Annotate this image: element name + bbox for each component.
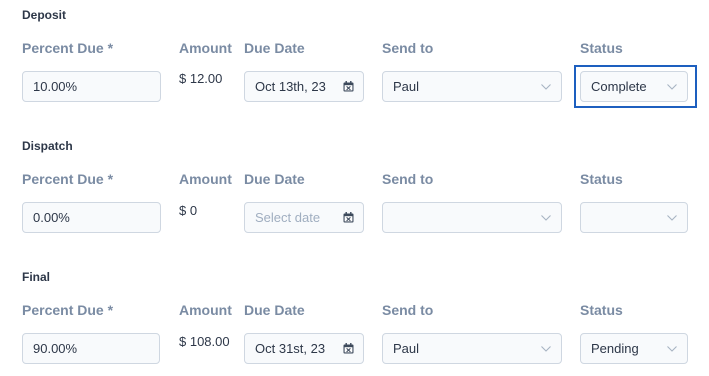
amount-value: $ 108.00 [179, 334, 230, 349]
send-to-label: Send to [382, 40, 434, 56]
chevron-down-icon [667, 345, 677, 352]
due-date-picker[interactable]: Select date [244, 202, 364, 233]
chevron-down-icon [541, 345, 551, 352]
status-label: Status [580, 171, 623, 187]
percent-due-label: Percent Due * [22, 171, 114, 187]
send-to-label: Send to [382, 171, 434, 187]
section-title: Dispatch [22, 139, 73, 153]
status-select[interactable]: Pending [580, 333, 688, 364]
percent-due-label: Percent Due * [22, 40, 114, 56]
send-to-value: Paul [393, 79, 420, 94]
calendar-icon[interactable] [343, 343, 354, 354]
section-title: Deposit [22, 8, 67, 22]
send-to-select[interactable]: Paul [382, 71, 562, 102]
status-label: Status [580, 40, 623, 56]
due-date-label: Due Date [244, 302, 305, 318]
due-date-label: Due Date [244, 40, 305, 56]
amount-label: Amount [179, 171, 232, 187]
percent-due-input[interactable]: 0.00% [22, 202, 161, 233]
chevron-down-icon [667, 214, 677, 221]
percent-due-label: Percent Due * [22, 302, 114, 318]
status-value: Pending [591, 341, 639, 356]
send-to-select[interactable] [382, 202, 562, 233]
amount-label: Amount [179, 40, 232, 56]
status-value: Complete [591, 79, 647, 94]
send-to-value: Paul [393, 341, 420, 356]
percent-due-value: 10.00% [33, 79, 78, 94]
section-title: Final [22, 270, 51, 284]
due-date-placeholder: Select date [255, 210, 321, 225]
due-date-label: Due Date [244, 171, 305, 187]
percent-due-input[interactable]: 90.00% [22, 333, 160, 364]
send-to-label: Send to [382, 302, 434, 318]
due-date-picker[interactable]: Oct 13th, 23 [244, 71, 364, 102]
amount-value: $ 0 [179, 203, 198, 218]
due-date-picker[interactable]: Oct 31st, 23 [244, 333, 364, 364]
send-to-select[interactable]: Paul [382, 333, 562, 364]
due-date-value: Oct 31st, 23 [255, 341, 326, 356]
percent-due-value: 0.00% [33, 210, 70, 225]
chevron-down-icon [541, 214, 551, 221]
status-select[interactable]: Complete [580, 71, 688, 102]
percent-due-input[interactable]: 10.00% [22, 71, 161, 102]
status-select[interactable] [580, 202, 688, 233]
amount-label: Amount [179, 302, 232, 318]
calendar-icon[interactable] [343, 81, 354, 92]
due-date-value: Oct 13th, 23 [255, 79, 326, 94]
percent-due-value: 90.00% [33, 341, 78, 356]
status-label: Status [580, 302, 623, 318]
chevron-down-icon [667, 83, 677, 90]
amount-value: $ 12.00 [179, 71, 223, 86]
calendar-icon[interactable] [343, 212, 354, 223]
chevron-down-icon [541, 83, 551, 90]
